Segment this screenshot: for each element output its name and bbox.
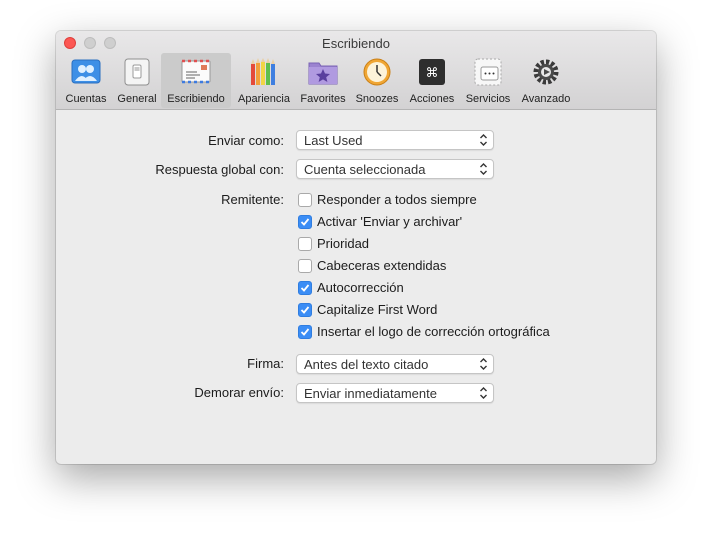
updown-chevron-icon [480,134,487,146]
checkbox-label: Prioridad [317,236,370,251]
checkbox-label: Autocorrección [317,280,404,295]
toolbar-label: General [117,93,157,105]
reply-all-value: Cuenta seleccionada [304,162,426,177]
titlebar: Escribiendo Cuentas General Escribiendo … [56,31,656,110]
checkbox-box[interactable] [298,259,312,273]
updown-chevron-icon [480,358,487,370]
checkbox-label: Capitalize First Word [317,302,438,317]
preferences-window: Escribiendo Cuentas General Escribiendo … [56,31,656,464]
colored-pencils-icon [251,58,275,85]
delay-send-value: Enviar inmediatamente [304,386,437,401]
toolbar-item-avanzado[interactable]: Avanzado [517,53,575,108]
toolbar-item-cuentas[interactable]: Cuentas [60,53,112,108]
toolbar-label: Acciones [409,93,455,105]
send-as-value: Last Used [304,133,363,148]
toolbar-item-escribiendo[interactable]: Escribiendo [161,53,231,108]
svg-text:⌘: ⌘ [426,66,439,81]
checkbox-box[interactable] [298,303,312,317]
services-dots-icon [474,58,502,86]
signature-popup[interactable]: Antes del texto citado [296,354,494,374]
checkbox-box[interactable] [298,281,312,295]
checkbox-label: Responder a todos siempre [317,192,477,207]
checkmark-icon [300,284,310,292]
toolbar-label: Favorites [300,93,346,105]
checkbox-box[interactable] [298,237,312,251]
toolbar-item-apariencia[interactable]: Apariencia [234,53,294,108]
toolbar-label: Servicios [465,93,511,105]
general-switch-icon [124,58,150,86]
updown-chevron-icon [480,387,487,399]
folder-star-icon [308,62,338,85]
checkmark-icon [300,328,310,336]
reply-all-label: Respuesta global con: [155,162,284,177]
signature-label: Firma: [247,356,284,371]
send-as-popup[interactable]: Last Used [296,130,494,150]
toolbar-label: Escribiendo [167,93,225,105]
checkmark-icon [300,306,310,314]
envelope-icon [181,59,211,84]
signature-value: Antes del texto citado [304,357,429,372]
toolbar-label: Avanzado [521,93,571,105]
checkbox-box[interactable] [298,325,312,339]
checkmark-icon [300,218,310,226]
toolbar-item-favorites[interactable]: Favorites [296,53,350,108]
checkbox-label: Insertar el logo de corrección ortográfi… [317,324,550,339]
window-title: Escribiendo [322,36,390,51]
send-as-label: Enviar como: [208,133,284,148]
accounts-icon [71,59,101,84]
toolbar-item-servicios[interactable]: Servicios [461,53,515,108]
toolbar-item-snoozes[interactable]: Snoozes [352,53,402,108]
updown-chevron-icon [480,163,487,175]
gear-icon [533,59,559,85]
toolbar-item-acciones[interactable]: ⌘ Acciones [405,53,459,108]
checkbox-label: Cabeceras extendidas [317,258,447,273]
checkbox-box[interactable] [298,215,312,229]
sender-label: Remitente: [221,192,284,207]
toolbar-label: Apariencia [238,93,290,105]
command-key-icon: ⌘ [419,59,445,85]
checkbox-box[interactable] [298,193,312,207]
toolbar-label: Snoozes [355,93,399,105]
checkbox-label: Activar 'Enviar y archivar' [317,214,463,229]
toolbar-label: Cuentas [65,93,107,105]
toolbar-item-general[interactable]: General [114,53,160,108]
delay-send-popup[interactable]: Enviar inmediatamente [296,383,494,403]
reply-all-popup[interactable]: Cuenta seleccionada [296,159,494,179]
clock-icon [363,58,391,86]
delay-send-label: Demorar envío: [194,385,284,400]
